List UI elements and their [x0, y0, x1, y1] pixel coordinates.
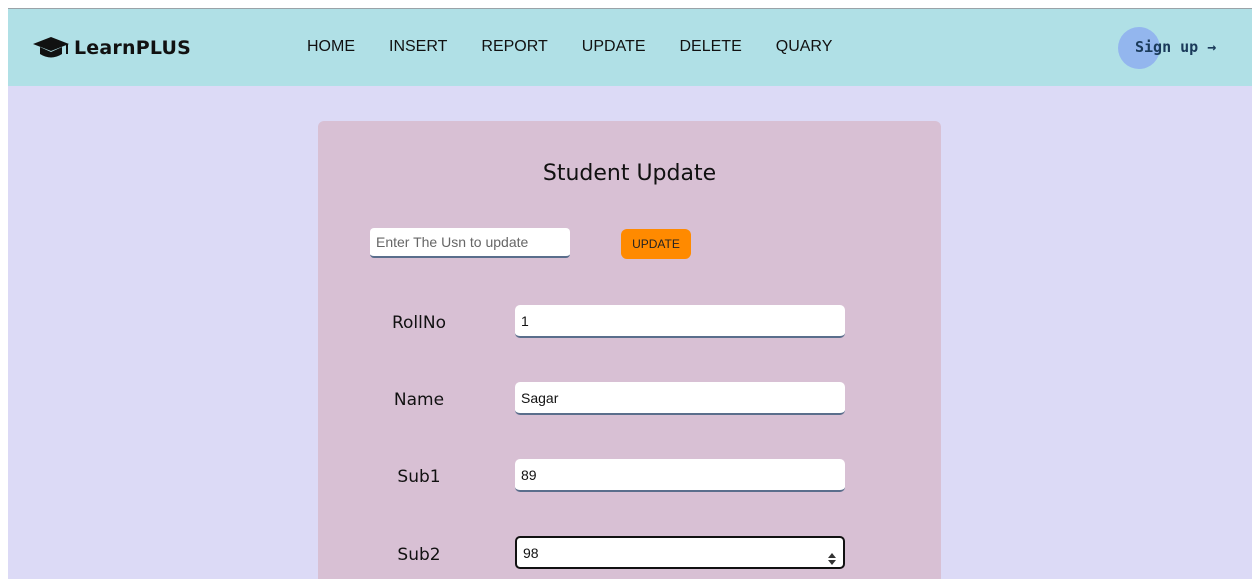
- signup-button[interactable]: Sign up →: [1118, 27, 1238, 69]
- sub2-field[interactable]: [515, 536, 845, 569]
- number-spinner-icon[interactable]: [826, 549, 838, 569]
- student-update-card: Student Update UPDATE RollNo Name Sub1 S…: [318, 121, 941, 579]
- nav-delete[interactable]: DELETE: [680, 38, 742, 56]
- app-frame: LearnPLUS HOME INSERT REPORT UPDATE DELE…: [8, 8, 1252, 579]
- page-title: Student Update: [542, 161, 717, 186]
- name-label: Name: [393, 390, 445, 410]
- nav-report[interactable]: REPORT: [481, 38, 547, 56]
- rollno-label: RollNo: [391, 313, 446, 333]
- nav-update[interactable]: UPDATE: [582, 38, 646, 56]
- brand-logo[interactable]: LearnPLUS: [32, 33, 191, 63]
- rollno-field[interactable]: [515, 305, 845, 338]
- nav-insert[interactable]: INSERT: [389, 38, 447, 56]
- navbar: LearnPLUS HOME INSERT REPORT UPDATE DELE…: [8, 9, 1252, 86]
- usn-search-input[interactable]: [370, 228, 570, 258]
- main-nav: HOME INSERT REPORT UPDATE DELETE QUARY: [307, 38, 866, 56]
- name-field[interactable]: [515, 382, 845, 415]
- sub2-label: Sub2: [397, 545, 441, 565]
- nav-home[interactable]: HOME: [307, 38, 355, 56]
- graduation-cap-icon: [32, 35, 70, 61]
- sub1-label: Sub1: [397, 467, 441, 487]
- brand-name: LearnPLUS: [74, 37, 191, 59]
- nav-quary[interactable]: QUARY: [776, 38, 833, 56]
- update-button[interactable]: UPDATE: [621, 229, 691, 259]
- signup-label: Sign up →: [1135, 38, 1217, 56]
- sub1-field[interactable]: [515, 459, 845, 492]
